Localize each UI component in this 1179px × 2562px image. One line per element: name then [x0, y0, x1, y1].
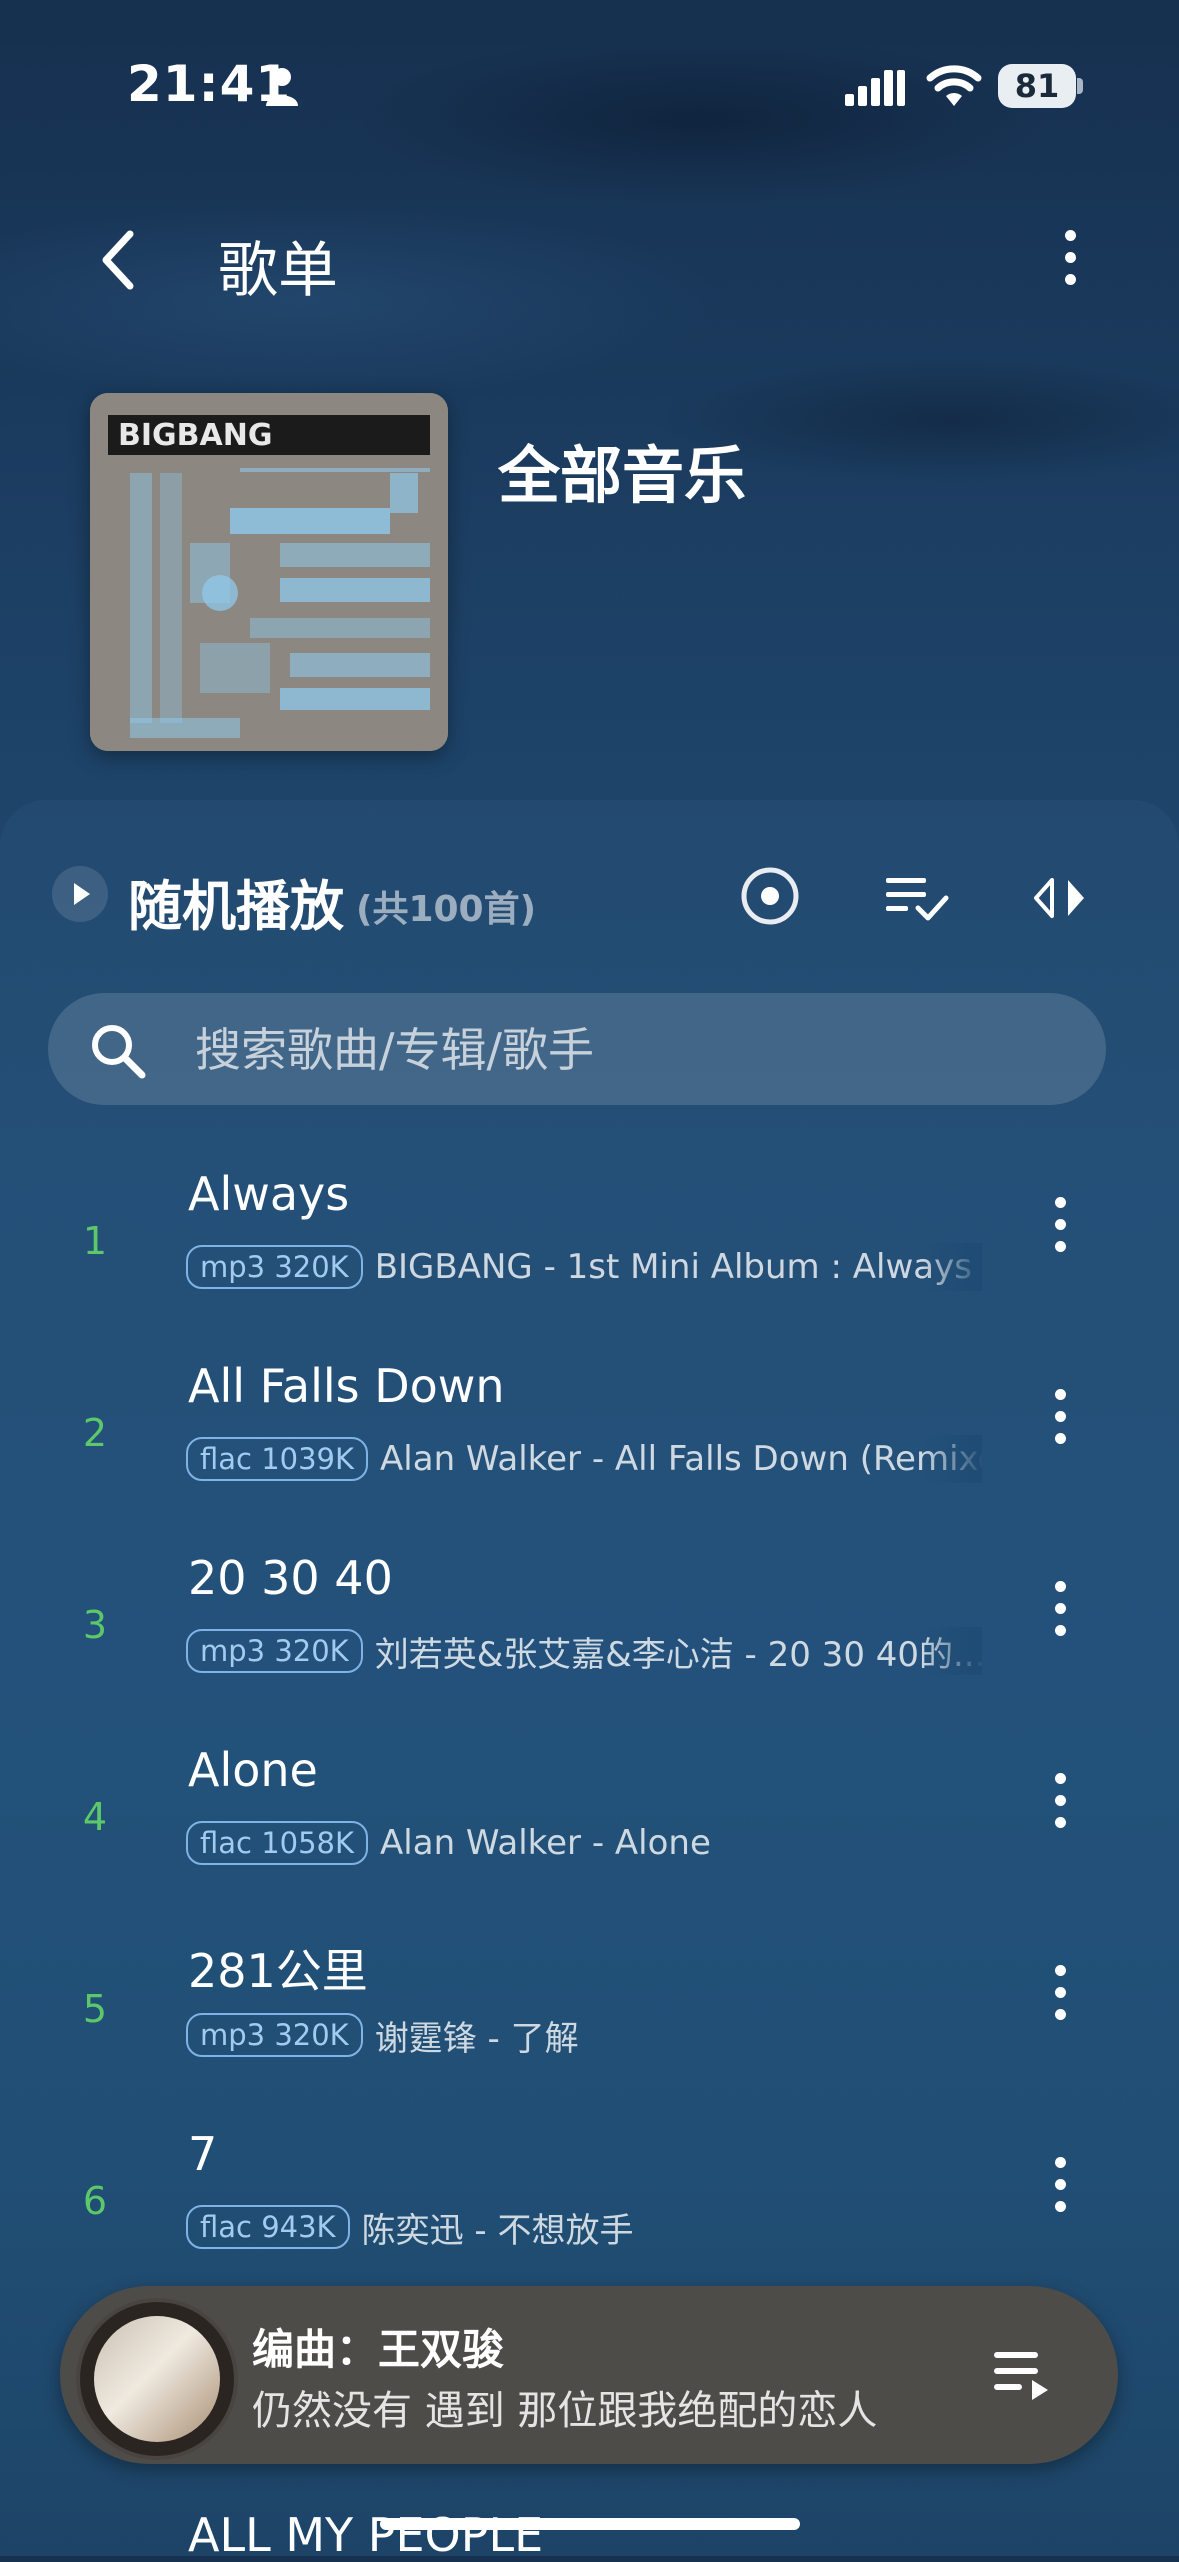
song-row[interactable]: 5 281公里 mp3 320K 谢霆锋 - 了解	[0, 1935, 1179, 2125]
quality-badge: mp3 320K	[186, 2013, 363, 2057]
artist-album: 刘若英&张艾嘉&李心洁 - 20 30 40的...	[374, 1634, 982, 1675]
song-index: 6	[82, 2179, 108, 2223]
album-art-image: BIGBANG	[90, 393, 448, 751]
song-index: 3	[82, 1603, 108, 1647]
song-count: (共100首)	[356, 889, 537, 930]
song-more-icon[interactable]	[1048, 1197, 1072, 1257]
back-arrow-icon[interactable]	[90, 220, 150, 300]
artist-album: 谢霆锋 - 了解	[374, 2018, 579, 2059]
song-title: 7	[188, 2127, 218, 2181]
song-meta: mp3 320K 谢霆锋 - 了解	[186, 2011, 982, 2059]
mini-player[interactable]: 编曲：王双骏 仍然没有 遇到 那位跟我绝配的恋人	[60, 2286, 1118, 2464]
text-fade	[922, 1243, 982, 1291]
song-index: 2	[82, 1411, 108, 1455]
search-icon	[92, 1025, 146, 1079]
song-more-icon[interactable]	[1048, 1773, 1072, 1833]
quality-badge: mp3 320K	[186, 1245, 363, 1289]
artist-album: BIGBANG - 1st Mini Album : Always	[374, 1247, 972, 1287]
status-bar: 21:41 81	[0, 0, 1179, 170]
now-playing-lyric: 仍然没有 遇到 那位跟我绝配的恋人	[252, 2388, 878, 2434]
now-playing-title: 编曲：王双骏	[252, 2325, 505, 2374]
song-row[interactable]: 3 20 30 40 mp3 320K 刘若英&张艾嘉&李心洁 - 20 30 …	[0, 1551, 1179, 1741]
person-icon	[266, 68, 298, 106]
song-title: 20 30 40	[188, 1551, 393, 1605]
locate-current-icon[interactable]	[738, 864, 802, 928]
song-more-icon[interactable]	[1048, 1389, 1072, 1449]
search-bar[interactable]	[48, 993, 1106, 1105]
song-title: 281公里	[188, 1944, 368, 1998]
song-more-icon[interactable]	[1048, 1581, 1072, 1641]
more-options-icon[interactable]	[1050, 230, 1090, 300]
song-meta: mp3 320K 刘若英&张艾嘉&李心洁 - 20 30 40的...	[186, 1627, 982, 1675]
wifi-icon	[926, 65, 982, 106]
quality-badge: mp3 320K	[186, 1629, 363, 1673]
quality-badge: flac 943K	[186, 2205, 350, 2249]
song-title: Always	[188, 1167, 350, 1221]
song-row[interactable]: 4 Alone flac 1058K Alan Walker - Alone	[0, 1743, 1179, 1933]
song-more-icon[interactable]	[1048, 1965, 1072, 2025]
song-meta: flac 1058K Alan Walker - Alone	[186, 1819, 982, 1867]
next-song-title-peek[interactable]: ALL MY PEOPLE	[188, 2508, 543, 2562]
quality-badge: flac 1039K	[186, 1437, 369, 1481]
song-index: 5	[82, 1987, 108, 2031]
shuffle-play-button[interactable]	[52, 866, 108, 922]
home-indicator	[380, 2518, 800, 2530]
song-meta: mp3 320K BIGBANG - 1st Mini Album : Alwa…	[186, 1243, 982, 1291]
album-art-logo: BIGBANG	[118, 418, 272, 453]
text-fade	[922, 1435, 982, 1483]
artist-album: Alan Walker - Alone	[380, 1823, 711, 1863]
battery-cap	[1077, 78, 1083, 94]
song-meta: flac 943K 陈奕迅 - 不想放手	[186, 2203, 982, 2251]
artist-album: Alan Walker - All Falls Down (Remixes)	[380, 1439, 982, 1479]
now-playing-cover	[94, 2316, 220, 2442]
cellular-signal-icon	[845, 70, 905, 106]
battery-indicator: 81	[998, 64, 1076, 108]
song-meta: flac 1039K Alan Walker - All Falls Down …	[186, 1435, 982, 1483]
playlist-title: 全部音乐	[498, 439, 747, 512]
quality-badge: flac 1058K	[186, 1821, 369, 1865]
sort-order-icon[interactable]	[1030, 872, 1090, 924]
song-title: Alone	[188, 1743, 318, 1797]
song-title: All Falls Down	[188, 1359, 505, 1413]
play-icon	[74, 883, 90, 905]
now-playing-disc[interactable]	[76, 2298, 238, 2460]
shuffle-play-label[interactable]: 随机播放	[128, 862, 344, 941]
batch-select-icon[interactable]	[882, 870, 950, 926]
artist-album: 陈奕迅 - 不想放手	[361, 2210, 634, 2251]
song-more-icon[interactable]	[1048, 2157, 1072, 2217]
album-cover[interactable]: BIGBANG	[90, 393, 448, 751]
text-fade	[922, 1627, 982, 1675]
song-row[interactable]: 1 Always mp3 320K BIGBANG - 1st Mini Alb…	[0, 1167, 1179, 1357]
page-title: 歌单	[218, 236, 338, 306]
song-row[interactable]: 2 All Falls Down flac 1039K Alan Walker …	[0, 1359, 1179, 1549]
song-index: 4	[82, 1795, 108, 1839]
play-queue-icon[interactable]	[990, 2344, 1054, 2404]
search-input[interactable]	[193, 1017, 1017, 1083]
song-index: 1	[82, 1219, 108, 1263]
